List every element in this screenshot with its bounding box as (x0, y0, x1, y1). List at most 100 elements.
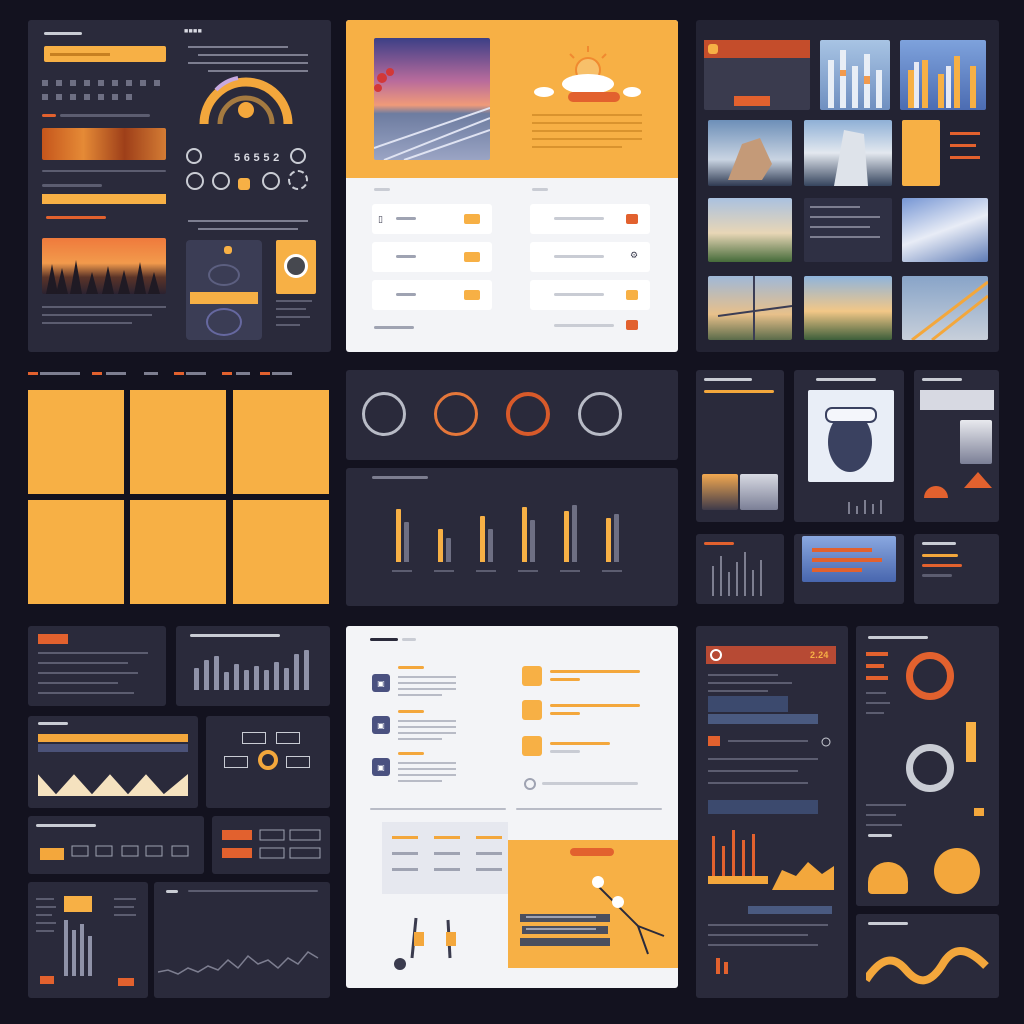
settings-footer-link[interactable] (374, 326, 414, 329)
donut-chart-2[interactable] (906, 744, 954, 792)
search-widget-box-2[interactable] (276, 732, 300, 744)
mail-icon[interactable]: ▣ (372, 674, 390, 692)
list-panel-small-item-1[interactable] (922, 554, 958, 557)
progress-ring-1[interactable] (362, 392, 406, 436)
features-page-subtitle (402, 638, 416, 641)
tabs-widget-row[interactable] (38, 838, 198, 864)
portrait-card[interactable] (794, 370, 904, 522)
settings-row-3[interactable] (372, 280, 492, 310)
orange-card-4[interactable] (28, 500, 124, 604)
gallery-thumb-statue[interactable] (804, 120, 892, 186)
feature-3-icon[interactable]: ▣ (372, 758, 390, 776)
panel-a-phone-banner[interactable] (190, 292, 258, 304)
panel-a-ring-4[interactable] (212, 172, 230, 190)
settings-row-6[interactable] (530, 280, 650, 310)
article-card-1[interactable] (696, 370, 784, 522)
range-slider-track-2[interactable] (38, 744, 188, 752)
report-panel: 2.24 (696, 626, 848, 998)
settings-row-1[interactable]: ▯ (372, 204, 492, 234)
cards-grid-panel (26, 368, 331, 606)
settings-row-4-toggle[interactable] (626, 214, 638, 224)
panel-a-ring-2[interactable] (290, 148, 306, 164)
tabs-widget-2-grid[interactable] (220, 828, 324, 862)
bar-chart-1-bar (396, 509, 401, 562)
feature-radio[interactable] (524, 778, 536, 790)
gallery-thumb-marsh[interactable] (708, 198, 792, 262)
list-panel-small-item-3[interactable] (922, 574, 952, 577)
gallery-thumb-bridge[interactable] (708, 276, 792, 340)
panel-a-orange-card[interactable] (276, 240, 316, 294)
histogram-bar (214, 656, 219, 690)
search-icon[interactable] (284, 254, 308, 278)
settings-row-4[interactable] (530, 204, 650, 234)
donut-panel-legend-bar (966, 722, 976, 762)
settings-row-2-toggle[interactable] (464, 252, 480, 262)
search-widget-box-4[interactable] (286, 756, 310, 768)
article-card-1-photo-2[interactable] (740, 474, 778, 510)
gallery-thumb-lake[interactable] (804, 276, 892, 340)
range-slider-track[interactable] (38, 734, 188, 742)
settings-row-5[interactable]: ⚙ (530, 242, 650, 272)
gallery-thumb-city-2[interactable] (900, 40, 986, 110)
avatar[interactable] (934, 848, 980, 894)
settings-row-7[interactable] (530, 316, 650, 336)
panel-a-orange-header-text (50, 53, 110, 56)
table-widget-bars (34, 896, 144, 992)
panel-a-ring-6[interactable] (288, 170, 308, 190)
settings-row-3-toggle[interactable] (464, 290, 480, 300)
list-panel-small-item-2[interactable] (922, 564, 962, 567)
bar-chart-1-bar (530, 520, 535, 562)
settings-row-2[interactable] (372, 242, 492, 272)
report-rows[interactable] (708, 736, 834, 796)
donut-chart-1[interactable] (906, 652, 954, 700)
panel-a-ring-5[interactable] (262, 172, 280, 190)
feature-5-icon[interactable] (522, 700, 542, 720)
article-card-1-photo[interactable] (702, 474, 738, 510)
hero-cta-button[interactable] (570, 848, 614, 856)
bar-chart-1 (386, 496, 636, 562)
orange-card-6[interactable] (233, 500, 329, 604)
settings-row-1-toggle[interactable] (464, 214, 480, 224)
weather-cta-button[interactable] (568, 92, 620, 102)
search-widget-box-1[interactable] (242, 732, 266, 744)
portrait-card-photo[interactable] (808, 390, 894, 482)
histogram-bar (204, 660, 209, 690)
orange-card-3[interactable] (233, 390, 329, 494)
progress-ring-3[interactable] (506, 392, 550, 436)
histogram-bar (284, 668, 289, 690)
gallery-card-1[interactable] (704, 40, 810, 110)
panel-a-photo-sunset[interactable] (42, 128, 166, 160)
gallery-thumb-ice[interactable] (902, 198, 988, 262)
weather-photo[interactable] (374, 38, 490, 160)
stats-card-photo[interactable] (960, 420, 992, 464)
panel-a-ring-3[interactable] (186, 172, 204, 190)
settings-row-6-toggle[interactable] (626, 290, 638, 300)
settings-row-7-toggle[interactable] (626, 320, 638, 330)
cards-grid-tabs[interactable] (26, 370, 331, 378)
feature-4-icon[interactable] (522, 666, 542, 686)
search-icon-large[interactable] (258, 750, 278, 770)
panel-a-ring-1[interactable] (186, 148, 202, 164)
gallery-thumb-city-1[interactable] (820, 40, 890, 110)
orange-card-2[interactable] (130, 390, 226, 494)
stats-card[interactable] (914, 370, 999, 522)
panel-a-orange-button[interactable] (238, 178, 250, 190)
gear-icon[interactable]: ⚙ (630, 250, 638, 261)
feature-6-icon[interactable] (522, 736, 542, 756)
orange-card-5[interactable] (130, 500, 226, 604)
progress-ring-4[interactable] (578, 392, 622, 436)
bar-chart-1-bar (446, 538, 451, 562)
gallery-orange-card[interactable] (902, 120, 940, 186)
profile-badge[interactable] (868, 862, 908, 894)
tabs-widget (28, 816, 204, 874)
gallery-thumb-rock[interactable] (708, 120, 792, 186)
map-preview-image[interactable] (802, 536, 896, 582)
orange-card-1[interactable] (28, 390, 124, 494)
panel-a-photo-forest[interactable] (42, 238, 166, 294)
progress-ring-2[interactable] (434, 392, 478, 436)
report-blue-bar (708, 696, 788, 712)
pricing-table[interactable] (382, 822, 508, 894)
search-widget-box-3[interactable] (224, 756, 248, 768)
gallery-thumb-bike[interactable] (902, 276, 988, 340)
feature-2-icon[interactable]: ▣ (372, 716, 390, 734)
